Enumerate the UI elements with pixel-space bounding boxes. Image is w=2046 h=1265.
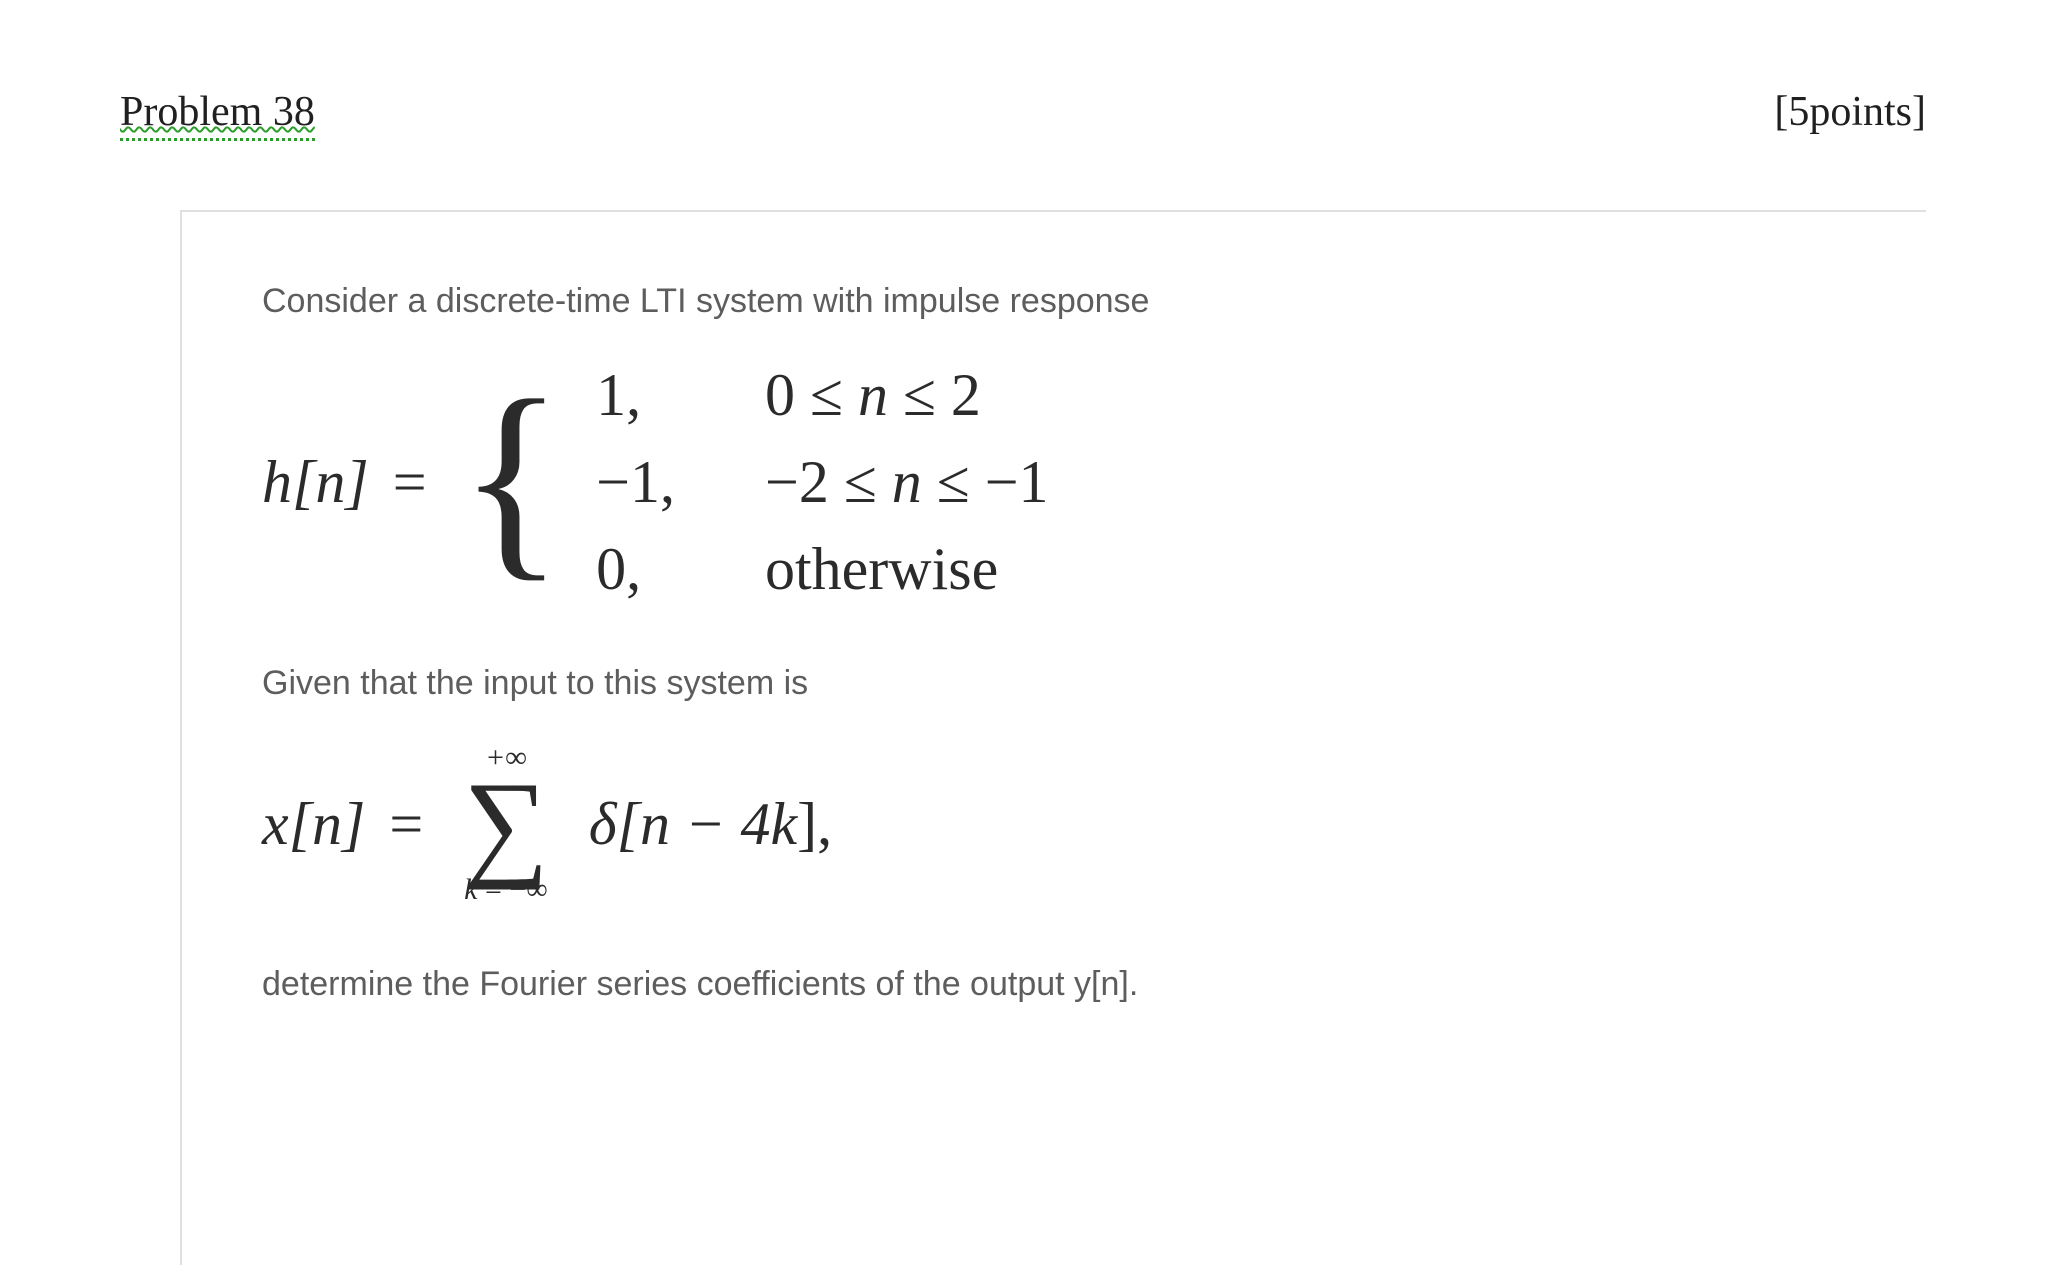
piecewise-cases: 1, 0 ≤ n ≤ 2 −1, −2 ≤ n ≤ −1 0, otherwis… — [596, 361, 1048, 604]
delta-term: δ[n − 4k], — [589, 790, 832, 859]
case2-post: ≤ −1 — [922, 449, 1049, 515]
case2-pre: −2 ≤ — [765, 449, 892, 515]
impulse-response-equation: h[n] = { 1, 0 ≤ n ≤ 2 −1, −2 ≤ n ≤ −1 0,… — [262, 361, 1866, 604]
case3-condition: otherwise — [765, 535, 1049, 604]
problem-label: Problem 38 — [120, 88, 315, 141]
sigma-icon: ∑ — [463, 773, 549, 875]
input-equation: x[n] = +∞ ∑ k = −∞ δ[n − 4k], — [262, 743, 1866, 905]
equals-sign: = — [393, 448, 427, 517]
case1-pre: 0 ≤ — [765, 362, 858, 428]
case2-var: n — [892, 449, 922, 515]
sum-lower-rest: = −∞ — [478, 873, 548, 906]
page: Problem 38 [5points] Consider a discrete… — [0, 0, 2046, 1265]
case1-condition: 0 ≤ n ≤ 2 — [765, 361, 1049, 430]
delta-open: δ[ — [589, 791, 640, 857]
delta-close: ], — [797, 791, 832, 857]
sum-lower-limit: k = −∞ — [464, 875, 548, 905]
delta-arg: n − 4k — [640, 791, 797, 857]
case3-value: 0, — [596, 535, 675, 604]
conclusion-text: determine the Fourier series coefficient… — [262, 965, 1866, 1004]
left-brace: { — [459, 400, 565, 554]
case2-condition: −2 ≤ n ≤ −1 — [765, 448, 1049, 517]
x-lhs: x[n] — [262, 790, 365, 859]
points-label: [5points] — [1774, 88, 1926, 141]
problem-card: Consider a discrete-time LTI system with… — [180, 210, 1926, 1265]
summation: +∞ ∑ k = −∞ — [463, 743, 549, 905]
case2-value: −1, — [596, 448, 675, 517]
given-text: Given that the input to this system is — [262, 664, 1866, 703]
case1-post: ≤ 2 — [888, 362, 981, 428]
sum-lower-var: k — [464, 873, 477, 906]
equals-sign-2: = — [389, 790, 423, 859]
case1-value: 1, — [596, 361, 675, 430]
h-of-n: h[n] — [262, 449, 369, 515]
header-row: Problem 38 [5points] — [120, 88, 1926, 141]
x-of-n: x[n] — [262, 791, 365, 857]
h-lhs: h[n] — [262, 448, 369, 517]
intro-text: Consider a discrete-time LTI system with… — [262, 282, 1866, 321]
case1-var: n — [858, 362, 888, 428]
